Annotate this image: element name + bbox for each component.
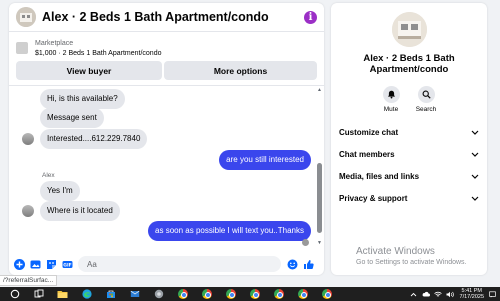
cloud-icon[interactable] <box>422 290 430 298</box>
sticker-icon[interactable] <box>46 259 57 270</box>
scroll-down-arrow-icon[interactable]: ▼ <box>317 241 322 246</box>
message-input[interactable] <box>78 256 281 272</box>
message-scrollbar[interactable]: ▲ ▼ <box>317 88 322 246</box>
chat-listing-thumbnail[interactable] <box>16 7 36 27</box>
conversation-info-panel: Alex · 2 Beds 1 Bath Apartment/condo Mut… <box>331 3 487 275</box>
gif-icon[interactable]: GIF <box>62 259 73 270</box>
search-button[interactable]: Search <box>411 86 441 113</box>
listing-photo[interactable] <box>392 12 427 47</box>
status-bar-url: /?referralSurfac... <box>0 275 58 286</box>
svg-text:GIF: GIF <box>63 262 71 268</box>
scroll-up-arrow-icon[interactable]: ▲ <box>317 88 322 93</box>
chevron-down-icon <box>471 196 479 201</box>
message-bubble-outgoing: as soon as possible I will text you..Tha… <box>148 221 311 241</box>
emoji-icon[interactable] <box>287 259 298 270</box>
more-options-button[interactable]: More options <box>164 61 317 80</box>
activate-windows-title: Activate Windows <box>356 246 435 257</box>
message-composer: GIF <box>9 253 324 275</box>
taskbar-clock[interactable]: 5:41 PM 7/17/2025 <box>460 288 484 300</box>
section-privacy-support[interactable]: Privacy & support <box>339 190 479 206</box>
system-tray: 5:41 PM 7/17/2025 <box>406 287 496 301</box>
chat-title[interactable]: Alex · 2 Beds 1 Bath Apartment/condo <box>42 10 304 24</box>
chrome-icon[interactable] <box>321 289 332 300</box>
view-buyer-button[interactable]: View buyer <box>16 61 162 80</box>
section-media-files-links[interactable]: Media, files and links <box>339 168 479 184</box>
file-explorer-icon[interactable] <box>57 289 68 300</box>
message-bubble: Hi, is this available? <box>40 89 125 109</box>
activate-windows-subtitle: Go to Settings to activate Windows. <box>356 259 467 266</box>
listing-image[interactable] <box>16 42 28 54</box>
section-label: Privacy & support <box>339 193 408 203</box>
volume-icon[interactable] <box>446 290 454 298</box>
store-bag-icon[interactable] <box>105 289 116 300</box>
start-circle-icon[interactable] <box>9 289 20 300</box>
avatar[interactable] <box>22 133 34 145</box>
chrome-icon[interactable] <box>225 289 236 300</box>
plus-circle-icon[interactable] <box>14 258 25 270</box>
chevron-down-icon <box>471 152 479 157</box>
message-bubble: Yes I'm <box>40 181 80 201</box>
chevron-up-icon[interactable] <box>410 290 418 298</box>
avatar[interactable] <box>22 205 34 217</box>
notification-icon[interactable] <box>488 290 496 298</box>
search-label: Search <box>415 106 437 113</box>
edge-browser-icon[interactable] <box>81 289 92 300</box>
message-list: Hi, is this available? Message sent Inte… <box>9 86 324 246</box>
search-icon <box>417 86 435 103</box>
message-bubble-outgoing: are you still interested <box>219 150 311 170</box>
chat-window: Alex · 2 Beds 1 Bath Apartment/condo i M… <box>9 3 324 275</box>
chrome-icon[interactable] <box>249 289 260 300</box>
app-icon-gray[interactable] <box>153 289 164 300</box>
mute-button[interactable]: Mute <box>376 86 406 113</box>
section-label: Customize chat <box>339 127 399 137</box>
clock-date: 7/17/2025 <box>459 294 484 300</box>
chrome-icon[interactable] <box>273 289 284 300</box>
chrome-icon[interactable] <box>177 289 188 300</box>
mail-icon[interactable] <box>129 289 140 300</box>
chrome-icon[interactable] <box>297 289 308 300</box>
bell-icon <box>382 86 400 103</box>
marketplace-label: Marketplace <box>35 40 74 47</box>
chrome-icon[interactable] <box>201 289 212 300</box>
listing-item-line[interactable]: $1,000 · 2 Beds 1 Bath Apartment/condo <box>35 50 161 57</box>
task-view-icon[interactable] <box>33 289 44 300</box>
message-bubble: Message sent <box>40 108 104 128</box>
info-panel-title: Alex · 2 Beds 1 Bath Apartment/condo <box>363 53 455 75</box>
windows-taskbar: 5:41 PM 7/17/2025 <box>0 287 500 301</box>
section-label: Media, files and links <box>339 171 420 181</box>
chevron-down-icon <box>471 174 479 179</box>
seen-avatar-icon <box>302 239 309 246</box>
section-label: Chat members <box>339 149 395 159</box>
marketplace-listing-banner: Marketplace $1,000 · 2 Beds 1 Bath Apart… <box>9 32 324 86</box>
mute-label: Mute <box>383 106 399 113</box>
section-customize-chat[interactable]: Customize chat <box>339 124 479 140</box>
chat-header: Alex · 2 Beds 1 Bath Apartment/condo i <box>9 3 324 32</box>
section-chat-members[interactable]: Chat members <box>339 146 479 162</box>
photo-icon[interactable] <box>30 259 41 270</box>
thumbs-up-icon[interactable] <box>303 259 314 270</box>
sender-name: Alex <box>42 172 55 179</box>
message-bubble: Where is it located <box>40 201 120 221</box>
chevron-down-icon <box>471 130 479 135</box>
scroll-thumb[interactable] <box>317 163 322 233</box>
wifi-icon[interactable] <box>433 290 442 298</box>
info-icon[interactable]: i <box>304 10 317 24</box>
message-bubble: Interested....612.229.7840 <box>40 129 148 149</box>
